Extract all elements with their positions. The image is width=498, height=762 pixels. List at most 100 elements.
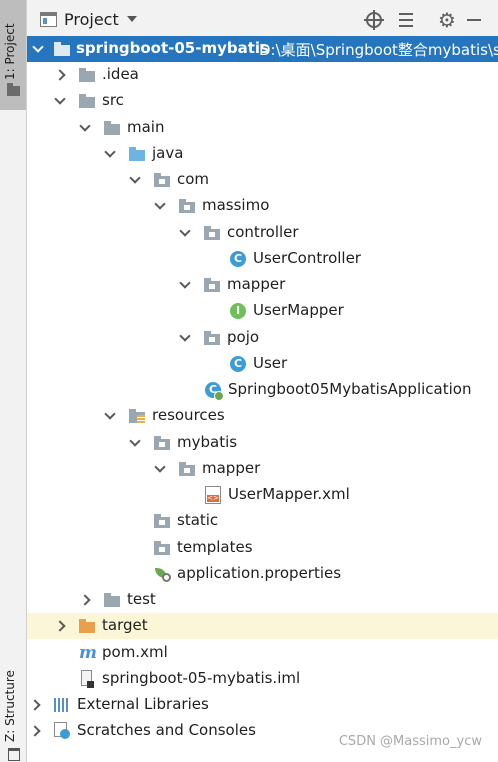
chevron-down-icon[interactable] bbox=[129, 174, 141, 186]
tree-row-java[interactable]: java bbox=[27, 141, 498, 167]
locate-target-icon[interactable] bbox=[364, 10, 384, 30]
tree-row-controller[interactable]: controller bbox=[27, 220, 498, 246]
item-label: Springboot05MybatisApplication bbox=[228, 380, 472, 398]
item-label: mapper bbox=[227, 275, 286, 293]
root-path: D:\桌面\Springboot整合mybatis\s bbox=[259, 41, 498, 59]
item-label: pom.xml bbox=[102, 643, 168, 661]
tree-row-mapper[interactable]: mapper bbox=[27, 272, 498, 298]
item-label: UserMapper bbox=[253, 301, 344, 319]
chevron-down-icon[interactable] bbox=[104, 148, 116, 160]
chevron-down-icon[interactable] bbox=[32, 43, 44, 55]
package-icon bbox=[204, 278, 220, 292]
chevron-right-icon[interactable] bbox=[29, 725, 41, 737]
root-name: springboot-05-mybatis bbox=[76, 39, 269, 57]
item-label: target bbox=[102, 616, 148, 634]
tree-row-iml[interactable]: springboot-05-mybatis.iml bbox=[27, 666, 498, 692]
chevron-down-icon[interactable] bbox=[179, 279, 191, 291]
tree-row-application[interactable]: C Springboot05MybatisApplication bbox=[27, 377, 498, 403]
folder-icon bbox=[104, 593, 120, 607]
item-label: UserMapper.xml bbox=[228, 485, 350, 503]
structure-icon bbox=[8, 748, 20, 761]
folder-icon bbox=[79, 94, 95, 108]
project-tool-tab[interactable]: 1: Project bbox=[0, 0, 26, 110]
chevron-down-icon[interactable] bbox=[179, 332, 191, 344]
collapse-all-icon[interactable] bbox=[396, 10, 416, 30]
library-icon bbox=[54, 698, 70, 712]
chevron-down-icon[interactable] bbox=[79, 122, 91, 134]
item-label: UserController bbox=[253, 249, 361, 267]
interface-icon: I bbox=[230, 303, 246, 319]
scratches-icon bbox=[54, 722, 70, 739]
gear-icon[interactable]: ⚙ bbox=[437, 10, 457, 30]
tree-row-resources-mapper[interactable]: mapper bbox=[27, 456, 498, 482]
chevron-down-icon[interactable] bbox=[127, 16, 137, 22]
tree-row-pom[interactable]: m pom.xml bbox=[27, 640, 498, 666]
tree-row-pojo[interactable]: pojo bbox=[27, 325, 498, 351]
chevron-down-icon[interactable] bbox=[154, 200, 166, 212]
folder-icon bbox=[154, 514, 170, 528]
hide-panel-icon[interactable] bbox=[464, 10, 484, 30]
chevron-right-icon[interactable] bbox=[29, 699, 41, 711]
chevron-right-icon[interactable] bbox=[79, 594, 91, 606]
tree-row-resources[interactable]: resources bbox=[27, 403, 498, 429]
tree-row-templates[interactable]: templates bbox=[27, 535, 498, 561]
chevron-down-icon[interactable] bbox=[154, 463, 166, 475]
item-label: External Libraries bbox=[77, 695, 209, 713]
xml-file-icon: <> bbox=[205, 486, 221, 504]
maven-pom-icon: m bbox=[79, 643, 97, 663]
spring-boot-class-icon: C bbox=[205, 382, 224, 401]
tree-row-project-root[interactable]: springboot-05-mybatis D:\桌面\Springboot整合… bbox=[27, 36, 498, 62]
item-label: User bbox=[253, 354, 288, 372]
item-label: java bbox=[152, 144, 184, 162]
chevron-right-icon[interactable] bbox=[54, 620, 66, 632]
tool-window-strip: 1: Project Z: Structure bbox=[0, 0, 27, 762]
structure-tab-label: Z: Structure bbox=[3, 670, 17, 742]
class-icon: C bbox=[230, 251, 246, 267]
chevron-down-icon[interactable] bbox=[54, 95, 66, 107]
project-panel-header: Project ⚙ bbox=[27, 0, 498, 41]
folder-icon bbox=[79, 68, 95, 82]
chevron-down-icon[interactable] bbox=[104, 410, 116, 422]
source-folder-icon bbox=[129, 147, 145, 161]
tree-row-mybatis[interactable]: mybatis bbox=[27, 430, 498, 456]
folder-icon bbox=[179, 462, 195, 476]
item-label: massimo bbox=[202, 196, 270, 214]
tree-row-application-properties[interactable]: application.properties bbox=[27, 561, 498, 587]
excluded-folder-icon bbox=[79, 619, 95, 633]
tree-row-src[interactable]: src bbox=[27, 88, 498, 114]
item-label: controller bbox=[227, 223, 299, 241]
tree-row-external-libraries[interactable]: External Libraries bbox=[27, 692, 498, 718]
chevron-right-icon[interactable] bbox=[54, 69, 66, 81]
folder-icon bbox=[154, 436, 170, 450]
package-icon bbox=[204, 331, 220, 345]
package-icon bbox=[204, 226, 220, 240]
tree-row-idea[interactable]: .idea bbox=[27, 62, 498, 88]
item-label: .idea bbox=[102, 65, 139, 83]
resources-folder-icon bbox=[129, 409, 145, 423]
view-selector[interactable]: Project bbox=[64, 10, 119, 29]
item-label: resources bbox=[152, 406, 225, 424]
module-file-icon bbox=[79, 670, 95, 688]
tree-row-user[interactable]: C User bbox=[27, 351, 498, 377]
tree-row-massimo[interactable]: massimo bbox=[27, 193, 498, 219]
item-label: com bbox=[177, 170, 210, 188]
spring-properties-icon bbox=[154, 567, 171, 582]
chevron-down-icon[interactable] bbox=[179, 227, 191, 239]
item-label: mybatis bbox=[177, 433, 238, 451]
item-label: test bbox=[127, 590, 156, 608]
tree-row-usercontroller[interactable]: C UserController bbox=[27, 246, 498, 272]
tree-row-com[interactable]: com bbox=[27, 167, 498, 193]
module-folder-icon bbox=[54, 42, 70, 56]
item-label: Scratches and Consoles bbox=[77, 721, 256, 739]
watermark: CSDN @Massimo_ycw bbox=[338, 734, 482, 749]
tree-row-static[interactable]: static bbox=[27, 508, 498, 534]
tree-row-main[interactable]: main bbox=[27, 115, 498, 141]
tree-row-target[interactable]: target bbox=[27, 613, 498, 639]
folder-icon bbox=[154, 541, 170, 555]
tree-row-usermapper[interactable]: I UserMapper bbox=[27, 298, 498, 324]
tree-row-test[interactable]: test bbox=[27, 587, 498, 613]
package-icon bbox=[179, 199, 195, 213]
chevron-down-icon[interactable] bbox=[129, 437, 141, 449]
item-label: springboot-05-mybatis.iml bbox=[102, 669, 301, 687]
tree-row-usermapper-xml[interactable]: <> UserMapper.xml bbox=[27, 482, 498, 508]
